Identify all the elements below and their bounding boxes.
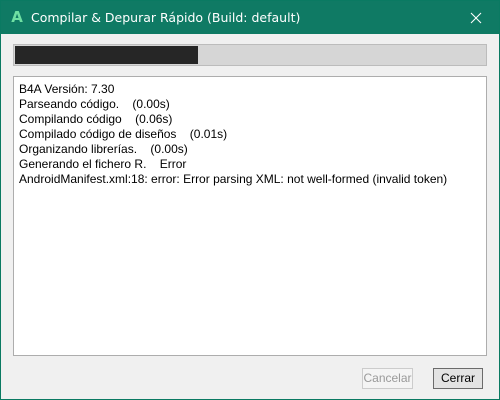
window-title: Compilar & Depurar Rápido (Build: defaul… xyxy=(31,10,301,25)
log-line: Compilando código (0.06s) xyxy=(19,112,173,126)
title-bar[interactable]: A Compilar & Depurar Rápido (Build: defa… xyxy=(1,1,499,34)
close-button[interactable]: Cerrar xyxy=(433,368,483,389)
window-close-button[interactable] xyxy=(453,1,499,34)
build-log[interactable]: B4A Versión: 7.30 Parseando código. (0.0… xyxy=(13,76,487,356)
log-line: Generando el fichero R. Error xyxy=(19,157,187,171)
log-line: B4A Versión: 7.30 xyxy=(19,82,115,96)
log-line: Organizando librerías. (0.00s) xyxy=(19,142,188,156)
close-icon xyxy=(470,12,482,23)
cancel-button[interactable]: Cancelar xyxy=(362,368,413,389)
b4a-app-icon: A xyxy=(11,8,23,26)
progress-fill xyxy=(15,46,198,64)
compile-dialog: A Compilar & Depurar Rápido (Build: defa… xyxy=(0,0,500,400)
progress-bar xyxy=(13,44,487,66)
log-line: Compilado código de diseños (0.01s) xyxy=(19,127,228,141)
log-line: Parseando código. (0.00s) xyxy=(19,97,170,111)
log-line: AndroidManifest.xml:18: error: Error par… xyxy=(19,172,448,186)
